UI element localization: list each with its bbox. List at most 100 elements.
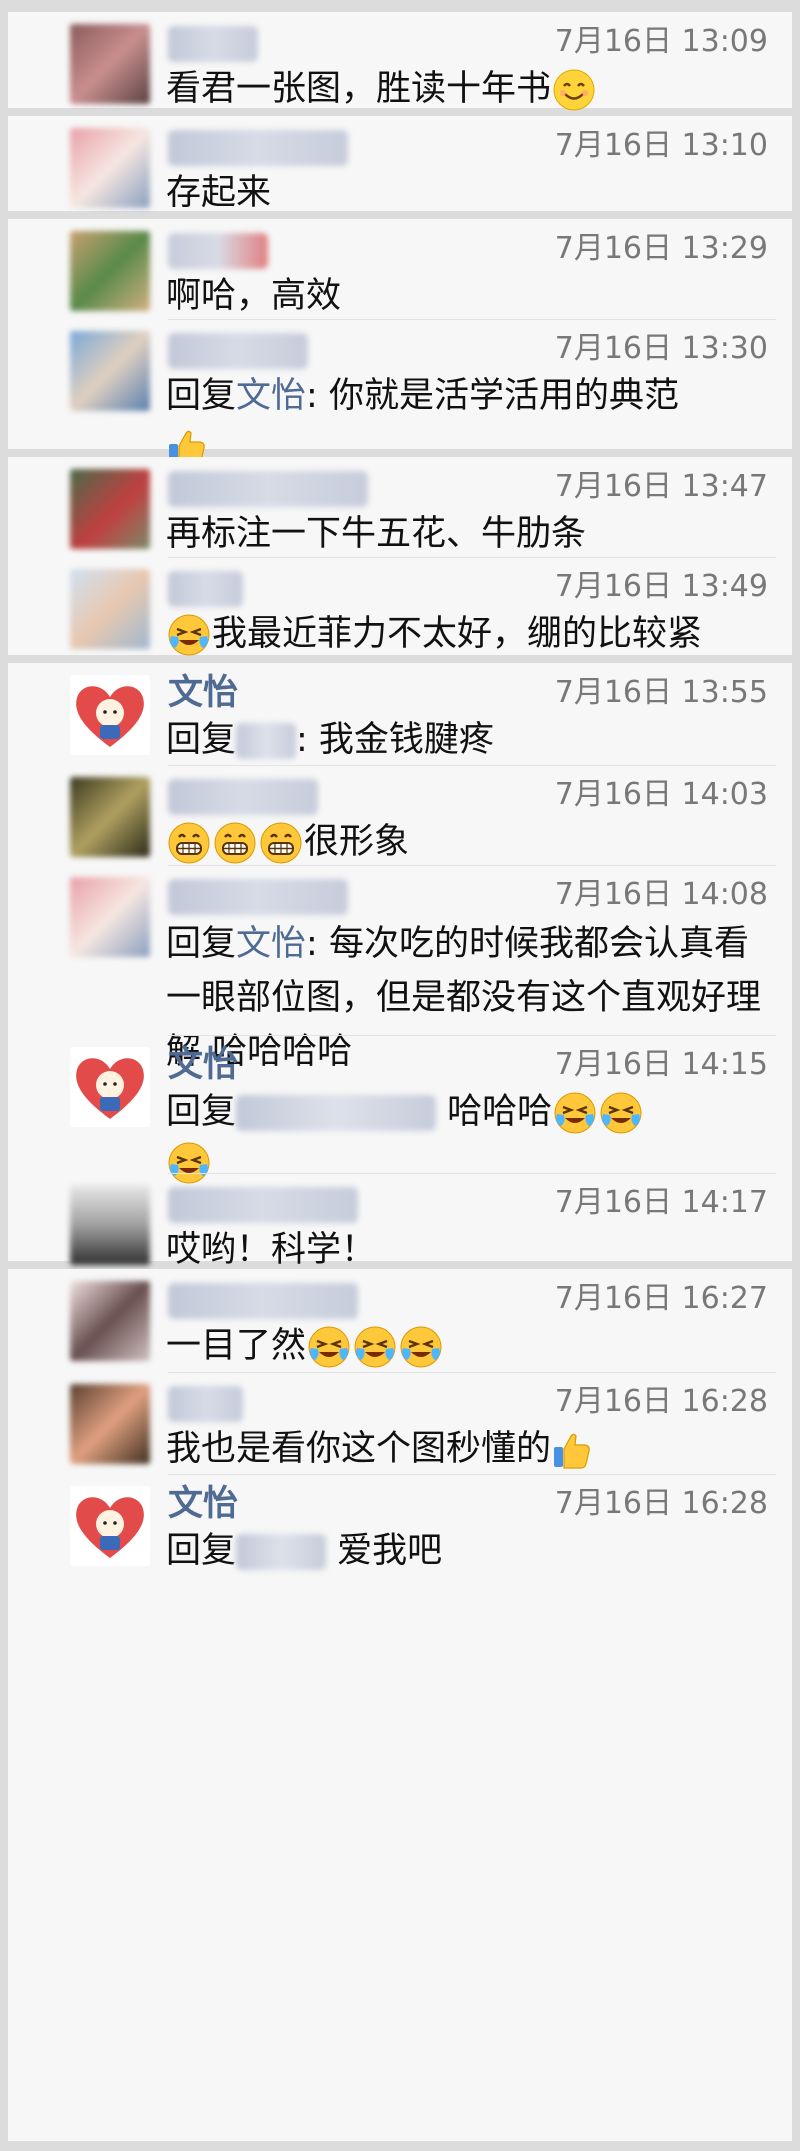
comment-group-1: 7月16日 13:09 看君一张图，胜读十年书 xyxy=(8,12,792,111)
avatar-wenyi[interactable] xyxy=(70,1047,150,1127)
grin-emoji-icon xyxy=(260,822,302,864)
commenter-name[interactable]: 文怡 xyxy=(168,1484,238,1524)
comment-time: 7月16日 14:15 xyxy=(554,1047,768,1082)
commenter-name[interactable] xyxy=(168,26,258,62)
comment-text: 看君一张图，胜读十年书 xyxy=(166,64,772,114)
commenter-name[interactable] xyxy=(168,1386,243,1422)
comment-item[interactable]: 7月16日 13:49 我最近菲力不太好，绷的比较紧 xyxy=(8,557,792,656)
comment-item[interactable]: 7月16日 14:03 很形象 xyxy=(8,765,792,865)
comment-time: 7月16日 16:28 xyxy=(554,1486,768,1521)
avatar[interactable] xyxy=(70,331,150,411)
comment-time: 7月16日 13:49 xyxy=(554,569,768,604)
avatar[interactable] xyxy=(70,128,150,208)
comment-text: 回复 爱我吧 xyxy=(166,1531,443,1571)
heart-avatar-icon xyxy=(76,686,144,747)
reply-to-link[interactable] xyxy=(236,1095,437,1131)
comment-item[interactable]: 7月16日 13:10 存起来 xyxy=(8,116,792,213)
comment-text: 啊哈，高效 xyxy=(166,276,342,316)
comment-time: 7月16日 14:08 xyxy=(554,877,768,912)
heart-avatar-icon xyxy=(76,1058,144,1119)
avatar[interactable] xyxy=(70,1384,150,1464)
divider xyxy=(168,1173,776,1174)
comment-group-2: 7月16日 13:10 存起来 xyxy=(8,116,792,213)
divider xyxy=(168,865,776,866)
smile-emoji-icon xyxy=(553,69,596,111)
reply-to-link[interactable] xyxy=(236,1534,327,1570)
comment-item[interactable]: 7月16日 16:28 我也是看你这个图秒懂的 xyxy=(8,1372,792,1474)
comment-item[interactable]: 7月16日 13:30 回复文怡: 你就是活学活用的典范 xyxy=(8,319,792,466)
comment-group-5: 文怡 7月16日 13:55 回复: 我金钱腱疼 7月16日 14:03 很形象… xyxy=(8,663,792,1270)
comment-time: 7月16日 13:47 xyxy=(554,469,768,504)
avatar[interactable] xyxy=(70,469,150,549)
comment-item[interactable]: 文怡 7月16日 14:15 回复 哈哈哈 xyxy=(8,1035,792,1184)
avatar-wenyi[interactable] xyxy=(70,1486,150,1566)
reply-to-link[interactable] xyxy=(236,723,297,759)
comment-time: 7月16日 13:29 xyxy=(554,231,768,266)
grin-emoji-icon xyxy=(168,822,210,864)
avatar[interactable] xyxy=(70,877,150,957)
comment-text: 我也是看你这个图秒懂的 xyxy=(166,1424,772,1474)
comment-group-3: 7月16日 13:29 啊哈，高效 7月16日 13:30 回复文怡: 你就是活… xyxy=(8,219,792,466)
comment-text: 存起来 xyxy=(166,173,272,213)
heart-avatar-icon xyxy=(76,1497,144,1558)
comment-time: 7月16日 13:10 xyxy=(554,128,768,163)
commenter-name[interactable] xyxy=(168,571,243,607)
commenter-name[interactable]: 文怡 xyxy=(168,1045,238,1085)
laugh-cry-emoji-icon xyxy=(354,1326,397,1368)
comment-text: 再标注一下牛五花、牛肋条 xyxy=(166,514,587,554)
commenter-name[interactable] xyxy=(168,130,348,166)
comment-text: 我最近菲力不太好，绷的比较紧 xyxy=(166,609,772,659)
comment-text: 回复: 我金钱腱疼 xyxy=(166,720,494,760)
divider xyxy=(168,557,776,558)
commenter-name[interactable]: 文怡 xyxy=(168,673,238,713)
comment-group-6: 7月16日 16:27 一目了然 7月16日 16:28 我也是看你这个图秒懂的… xyxy=(8,1269,792,2141)
laugh-cry-emoji-icon xyxy=(400,1326,443,1368)
comment-time: 7月16日 13:30 xyxy=(554,331,768,366)
laugh-cry-emoji-icon xyxy=(600,1092,643,1134)
comment-group-4: 7月16日 13:47 再标注一下牛五花、牛肋条 7月16日 13:49 我最近… xyxy=(8,457,792,656)
comment-text: 回复文怡: 你就是活学活用的典范 xyxy=(166,371,772,471)
commenter-name[interactable] xyxy=(168,779,318,815)
divider xyxy=(168,1474,776,1475)
comment-text: 一目了然 xyxy=(166,1321,772,1371)
comment-text: 回复 哈哈哈 xyxy=(166,1087,772,1187)
reply-to-link[interactable]: 文怡 xyxy=(236,924,306,964)
avatar[interactable] xyxy=(70,777,150,857)
commenter-name[interactable] xyxy=(168,333,308,369)
laugh-cry-emoji-icon xyxy=(168,614,210,656)
comment-time: 7月16日 13:55 xyxy=(554,675,768,710)
commenter-name[interactable] xyxy=(168,879,348,915)
commenter-name[interactable] xyxy=(168,1283,358,1319)
comment-time: 7月16日 14:03 xyxy=(554,777,768,812)
comment-item[interactable]: 7月16日 14:17 哎哟！科学！ xyxy=(8,1173,792,1270)
commenter-name[interactable] xyxy=(168,1187,358,1223)
comment-time: 7月16日 13:09 xyxy=(554,24,768,59)
comment-item[interactable]: 7月16日 13:09 看君一张图，胜读十年书 xyxy=(8,12,792,111)
comment-item[interactable]: 文怡 7月16日 16:28 回复 爱我吧 xyxy=(8,1474,792,1584)
avatar-wenyi[interactable] xyxy=(70,675,150,755)
divider xyxy=(168,319,776,320)
laugh-cry-emoji-icon xyxy=(308,1326,351,1368)
laugh-cry-emoji-icon xyxy=(554,1092,597,1134)
avatar[interactable] xyxy=(70,24,150,104)
divider xyxy=(168,1372,776,1373)
comment-item[interactable]: 7月16日 14:08 回复文怡: 每次吃的时候我都会认真看一眼部位图，但是都没… xyxy=(8,865,792,1072)
comment-item[interactable]: 文怡 7月16日 13:55 回复: 我金钱腱疼 xyxy=(8,663,792,765)
comment-time: 7月16日 16:28 xyxy=(554,1384,768,1419)
comment-item[interactable]: 7月16日 16:27 一目了然 xyxy=(8,1269,792,1372)
commenter-name[interactable] xyxy=(168,471,368,507)
avatar[interactable] xyxy=(70,569,150,649)
avatar[interactable] xyxy=(70,231,150,311)
reply-to-link[interactable]: 文怡 xyxy=(236,376,306,416)
thumbs-up-icon xyxy=(551,1429,593,1471)
avatar[interactable] xyxy=(70,1185,150,1265)
comment-text: 很形象 xyxy=(166,817,772,867)
avatar[interactable] xyxy=(70,1281,150,1361)
comment-time: 7月16日 16:27 xyxy=(554,1281,768,1316)
grin-emoji-icon xyxy=(214,822,256,864)
comment-text: 哎哟！科学！ xyxy=(166,1230,377,1270)
commenter-name[interactable] xyxy=(168,233,268,269)
comment-item[interactable]: 7月16日 13:47 再标注一下牛五花、牛肋条 xyxy=(8,457,792,557)
comment-item[interactable]: 7月16日 13:29 啊哈，高效 xyxy=(8,219,792,319)
divider xyxy=(168,765,776,766)
